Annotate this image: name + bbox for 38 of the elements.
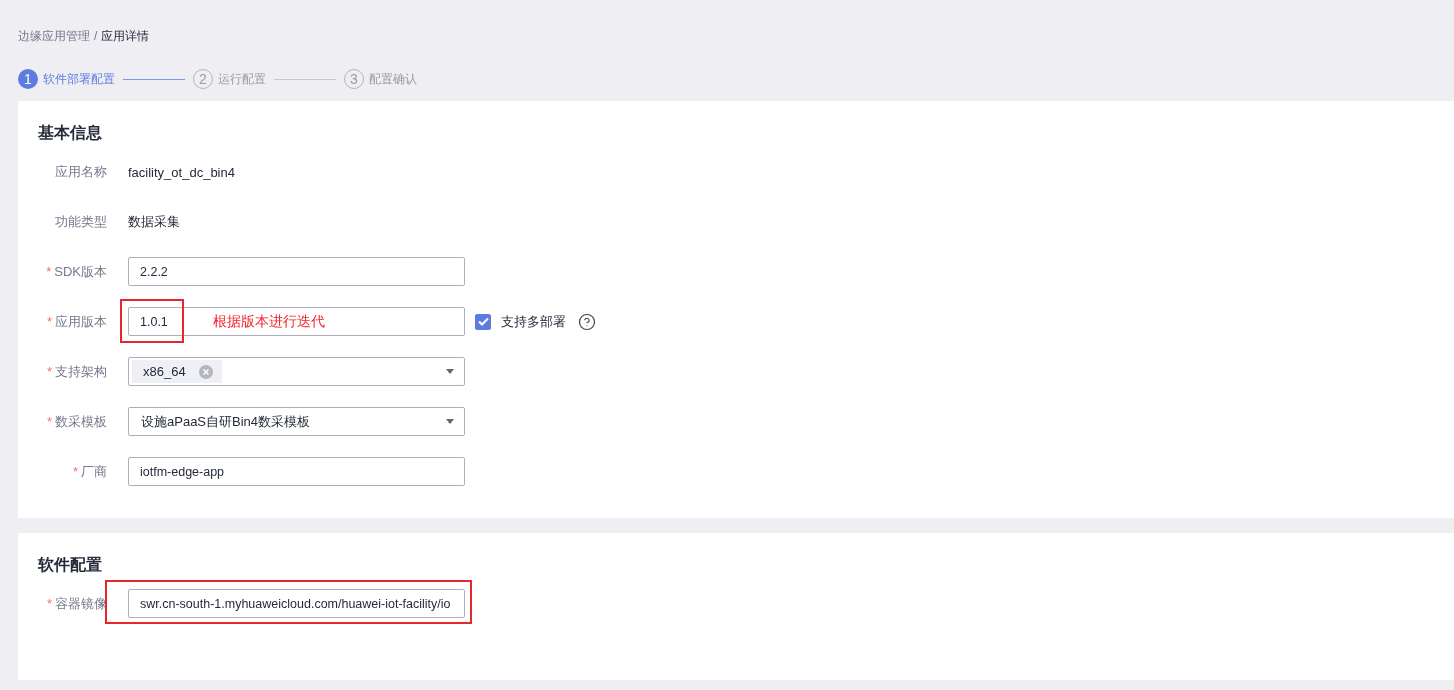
annotation-note: 根据版本进行迭代	[213, 313, 325, 331]
required-mark: *	[72, 464, 78, 479]
required-mark: *	[46, 314, 52, 329]
caret-icon	[446, 369, 454, 374]
multi-select-field[interactable]: x86_64	[128, 357, 465, 386]
breadcrumb-link[interactable]: /	[94, 29, 98, 43]
help-icon[interactable]	[578, 312, 596, 331]
field-label: 应用版本	[55, 312, 107, 331]
section-title: 基本信息	[38, 123, 103, 143]
select-field[interactable]: 设施aPaaS自研Bin4数采模板	[128, 407, 465, 436]
field-label: 数采模板	[55, 412, 107, 431]
field-label: 容器镜像	[55, 594, 107, 613]
field-label: 应用名称	[55, 162, 107, 181]
field-value: 数据采集	[128, 214, 180, 229]
field-label: 功能类型	[55, 212, 107, 231]
breadcrumb-link[interactable]: 边缘应用管理	[18, 27, 90, 45]
required-mark: *	[46, 596, 52, 611]
breadcrumb-current: 应用详情	[101, 27, 150, 45]
step-label: 配置确认	[369, 70, 417, 88]
required-mark: *	[46, 414, 52, 429]
checkbox[interactable]	[475, 313, 491, 330]
required-mark: *	[46, 264, 52, 279]
input-field[interactable]: swr.cn-south-1.myhuaweicloud.com/huawei-iot-facility/io	[128, 589, 465, 618]
field-label: 厂商	[81, 462, 107, 481]
field-label: 支持架构	[55, 362, 107, 381]
required-mark: *	[46, 364, 52, 379]
clear-icon[interactable]	[198, 364, 213, 379]
step-label: 运行配置	[218, 70, 266, 88]
tag: x86_64	[132, 360, 222, 383]
field-label: SDK版本	[54, 262, 107, 281]
field-value: facility_ot_dc_bin4	[128, 164, 235, 180]
input-field[interactable]: 2.2.2	[128, 257, 465, 286]
caret-icon	[446, 419, 454, 424]
step-label: 软件部署配置	[43, 70, 115, 88]
section-title: 软件配置	[38, 555, 103, 575]
checkbox-label: 支持多部署	[501, 312, 566, 331]
step-number: 1	[18, 69, 38, 89]
input-field[interactable]: iotfm-edge-app	[128, 457, 465, 486]
